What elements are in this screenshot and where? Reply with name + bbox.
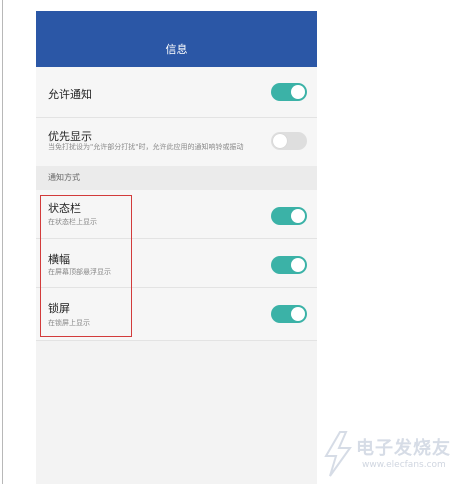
toggle-knob [291,85,305,99]
priority-display-toggle[interactable] [271,132,307,150]
watermark-chinese: 电子发烧友 [356,438,451,459]
red-highlight-box [40,195,132,337]
toggle-knob [291,209,305,223]
allow-notifications-label: 允许通知 [48,88,92,101]
lock-screen-toggle[interactable] [271,305,307,323]
setting-allow-notifications[interactable]: 允许通知 [36,67,317,118]
left-border-line [2,0,3,484]
allow-notifications-toggle[interactable] [271,83,307,101]
page-title: 信息 [165,43,188,56]
watermark-url: www.elecfans.com [362,460,446,470]
section-title: 通知方式 [48,173,80,182]
lightning-logo-icon [324,431,352,477]
setting-priority-display[interactable]: 优先显示 当免打扰设为"允许部分打扰"时，允许此应用的通知响铃或振动 [36,118,317,166]
banner-toggle[interactable] [271,256,307,274]
title-bar: 信息 [36,11,317,67]
toggle-knob [273,134,287,148]
watermark: 电子发烧友 www.elecfans.com [318,430,458,480]
priority-display-description: 当免打扰设为"允许部分打扰"时，允许此应用的通知响铃或振动 [48,143,244,151]
status-bar-toggle[interactable] [271,207,307,225]
toggle-knob [291,258,305,272]
section-notification-methods: 通知方式 [36,166,317,190]
toggle-knob [291,307,305,321]
